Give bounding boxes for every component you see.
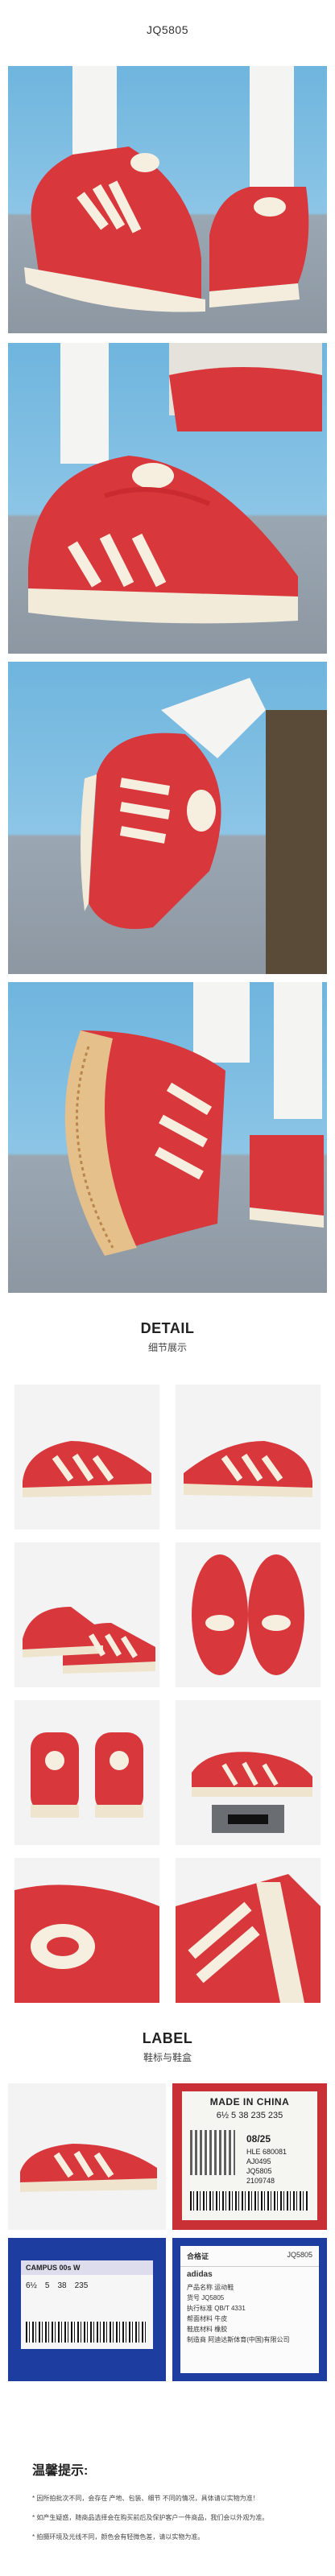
tip-line-1: * 因所拍批次不同，会存在 产地、包装、细节 不同的情况，具体请以实物为准！ <box>32 2495 259 2502</box>
label-code-4: 2109748 <box>246 2177 275 2185</box>
lifestyle-photo-4 <box>8 982 327 1293</box>
certificate-line-2: 货号 JQ5805 <box>187 2294 225 2301</box>
box-size-grid: 6½ 5 38 235 <box>21 2275 153 2297</box>
barcode <box>190 2191 309 2211</box>
detail-image-side-left <box>14 1385 159 1530</box>
detail-image-heel-closeup <box>14 1858 159 2003</box>
lifestyle-photo-2 <box>8 343 327 654</box>
certificate-line-6: 制造商 阿迪达斯体育(中国)有限公司 <box>187 2336 290 2343</box>
certificate-line-4: 帮面材料 牛皮 <box>187 2315 228 2322</box>
label-title-en: LABEL <box>142 2030 193 2046</box>
shoe-with-box-photo <box>8 2083 166 2230</box>
detail-image-pair-angle <box>14 1542 159 1687</box>
detail-title-cn: 细节展示 <box>147 1342 187 1353</box>
detail-image-heel-view <box>14 1700 159 1845</box>
label-code-3: JQ5805 <box>246 2167 272 2175</box>
tip-line-3: * 拍摄环境及光线不同，颜色会有轻微色差，请以实物为准。 <box>32 2533 205 2541</box>
detail-section-title: DETAIL 细节展示 <box>0 1320 335 1354</box>
lifestyle-photo-3 <box>8 662 327 974</box>
tip-line-2: * 如产生疑惑，随商品选择会在购买前后及保护客户一件商品，我们会以外观为准。 <box>32 2514 269 2521</box>
label-code-1: HLE 680081 <box>246 2148 287 2156</box>
label-code-2: AJ0495 <box>246 2157 271 2165</box>
box-size-jp: 235 <box>74 2281 89 2290</box>
certificate-card: 合格证 JQ5805 adidas 产品名称 运动鞋 货号 JQ5805 执行标… <box>180 2246 319 2373</box>
tongue-label-tag: MADE IN CHINA 6½ 5 38 235 235 08/25 HLE … <box>182 2091 317 2220</box>
label-title-cn: 鞋标与鞋盒 <box>143 2052 192 2063</box>
detail-title-en: DETAIL <box>140 1320 195 1336</box>
page-header: JQ5805 <box>0 0 335 60</box>
lifestyle-photo-1 <box>8 66 327 333</box>
size-row: 6½ 5 38 235 235 <box>216 2111 283 2120</box>
box-sticker: CAMPUS 00s W 6½ 5 38 235 <box>21 2260 153 2349</box>
box-size-uk: 5 <box>44 2281 50 2290</box>
box-barcode <box>26 2322 147 2343</box>
certificate-line-1: 产品名称 运动鞋 <box>187 2284 234 2291</box>
made-in-text: MADE IN CHINA <box>209 2096 290 2107</box>
box-model: CAMPUS 00s W <box>21 2260 153 2275</box>
certificate-title: 合格证 <box>187 2252 209 2260</box>
label-date: 08/25 <box>246 2133 271 2145</box>
detail-image-scale-weight <box>176 1700 321 1845</box>
box-size-us: 6½ <box>26 2281 37 2290</box>
certificate-line-3: 执行标准 QB/T 4331 <box>187 2305 246 2312</box>
label-section-title: LABEL 鞋标与鞋盒 <box>0 2030 335 2064</box>
certificate-card-photo: 合格证 JQ5805 adidas 产品名称 运动鞋 货号 JQ5805 执行标… <box>172 2238 327 2381</box>
shoe-box-label-photo: CAMPUS 00s W 6½ 5 38 235 <box>8 2238 166 2381</box>
qr-code <box>190 2130 235 2175</box>
box-size-eu: 38 <box>57 2281 67 2290</box>
tips-title: 温馨提示: <box>32 2464 89 2478</box>
detail-image-toe-closeup <box>176 1858 321 2003</box>
certificate-line-5: 鞋底材料 橡胶 <box>187 2326 228 2333</box>
certificate-code: JQ5805 <box>287 2251 312 2259</box>
detail-image-side-right <box>176 1385 321 1530</box>
detail-image-top-view <box>176 1542 321 1687</box>
product-code: JQ5805 <box>146 23 189 36</box>
tongue-label-photo: MADE IN CHINA 6½ 5 38 235 235 08/25 HLE … <box>172 2083 327 2230</box>
certificate-brand: adidas <box>187 2270 213 2279</box>
